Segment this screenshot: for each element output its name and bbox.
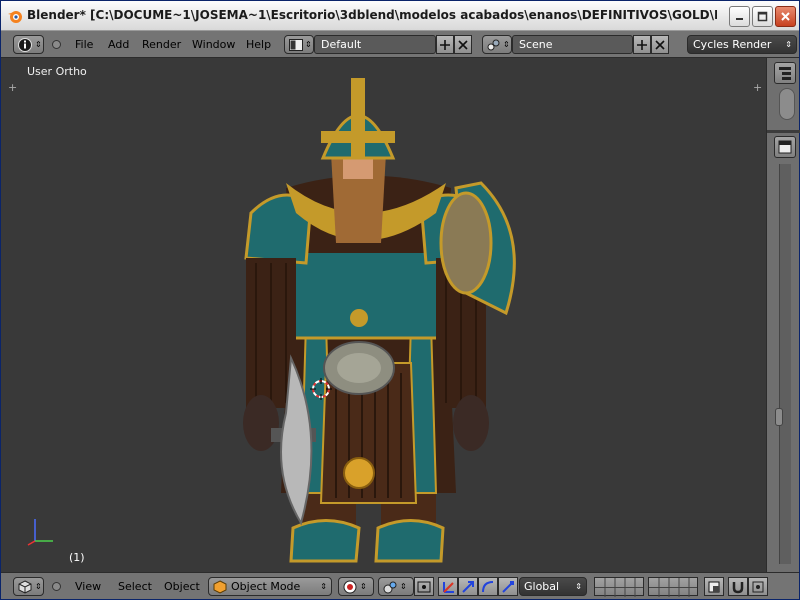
viewport-shading-dropdown[interactable]: ⇕ bbox=[338, 577, 374, 596]
visible-only-toggle[interactable] bbox=[414, 577, 434, 596]
3d-view-header: ⇕ View Select Object Object Mode ⇕ ⇕ ⇕ G… bbox=[1, 572, 799, 599]
blender-window: Blender* [C:\DOCUME~1\JOSEMA~1\Escritori… bbox=[0, 0, 800, 600]
x-icon bbox=[655, 39, 665, 50]
menu-add[interactable]: Add bbox=[108, 38, 129, 51]
3d-viewport[interactable]: User Ortho + + (1) bbox=[1, 58, 766, 572]
properties-icon bbox=[778, 140, 792, 154]
orientation-label: Global bbox=[524, 580, 560, 593]
mode-dropdown[interactable]: Object Mode ⇕ bbox=[208, 577, 332, 596]
right-panel-strip bbox=[766, 58, 800, 572]
add-scene-button[interactable] bbox=[633, 35, 651, 54]
manipulator-toggle[interactable] bbox=[438, 577, 458, 596]
screen-layout-field[interactable]: Default bbox=[314, 35, 436, 54]
add-screen-button[interactable] bbox=[436, 35, 454, 54]
x-icon bbox=[458, 39, 468, 50]
screen-layout-browse[interactable]: ⇕ bbox=[284, 35, 314, 54]
editor-type-button[interactable]: ⇕ bbox=[13, 577, 44, 596]
axis-gizmo-icon bbox=[27, 519, 53, 546]
maximize-button[interactable] bbox=[752, 6, 773, 27]
outliner-editor-button[interactable] bbox=[774, 62, 796, 84]
menu-view[interactable]: View bbox=[75, 580, 101, 593]
outliner-scrollbar[interactable] bbox=[779, 88, 795, 120]
collapse-menu-icon[interactable] bbox=[52, 582, 61, 591]
magnet-icon bbox=[732, 581, 744, 593]
info-header: ⇕ File Add Render Window Help ⇕ Default … bbox=[1, 31, 799, 58]
scene-browse[interactable]: ⇕ bbox=[482, 35, 512, 54]
snap-element-dropdown[interactable] bbox=[748, 577, 768, 596]
rotate-arc-icon bbox=[482, 580, 494, 592]
pivot-icon bbox=[383, 581, 397, 593]
menu-file[interactable]: File bbox=[75, 38, 93, 51]
shading-sphere-icon bbox=[343, 580, 357, 593]
scene-icon bbox=[487, 39, 500, 50]
properties-scroll-handle[interactable] bbox=[775, 408, 783, 426]
remove-scene-button[interactable] bbox=[651, 35, 669, 54]
window-title: Blender* [C:\DOCUME~1\JOSEMA~1\Escritori… bbox=[27, 8, 717, 22]
updown-arrows-icon: ⇕ bbox=[785, 40, 792, 49]
snap-toggle[interactable] bbox=[728, 577, 748, 596]
minimize-button[interactable] bbox=[729, 6, 750, 27]
minimize-icon bbox=[736, 18, 743, 20]
frame-indicator: (1) bbox=[69, 551, 85, 564]
snap-element-icon bbox=[752, 581, 764, 592]
scene-layers-left[interactable] bbox=[594, 577, 644, 597]
object-mode-cube-icon bbox=[213, 579, 227, 594]
manipulator-icon bbox=[443, 581, 454, 593]
layers-lock-icon bbox=[708, 581, 720, 592]
layer-grid-icon bbox=[649, 578, 697, 597]
arrow-icon bbox=[462, 580, 474, 593]
render-engine-dropdown[interactable]: Cycles Render ⇕ bbox=[687, 35, 797, 54]
properties-editor-button[interactable] bbox=[774, 136, 796, 158]
close-button[interactable] bbox=[775, 6, 796, 27]
layout-grid-icon bbox=[289, 38, 303, 51]
view-label: User Ortho bbox=[27, 65, 87, 78]
scale-toggle[interactable] bbox=[498, 577, 518, 596]
plus-icon bbox=[440, 39, 450, 50]
box-select-icon bbox=[417, 581, 431, 592]
lock-layers-toggle[interactable] bbox=[704, 577, 724, 596]
info-icon bbox=[18, 37, 32, 52]
menu-help[interactable]: Help bbox=[246, 38, 271, 51]
maximize-icon bbox=[757, 11, 768, 22]
pivot-point-dropdown[interactable]: ⇕ bbox=[378, 577, 414, 596]
translate-toggle[interactable] bbox=[458, 577, 478, 596]
scene-layers-right[interactable] bbox=[648, 577, 698, 597]
close-icon bbox=[781, 12, 790, 21]
scene-field[interactable]: Scene bbox=[512, 35, 633, 54]
properties-expand-icon[interactable]: + bbox=[753, 82, 762, 93]
toolbar-expand-icon[interactable]: + bbox=[8, 82, 17, 93]
panel-divider bbox=[767, 130, 800, 133]
blender-logo-icon bbox=[8, 11, 22, 23]
transform-orientation-dropdown[interactable]: Global ⇕ bbox=[519, 577, 587, 596]
remove-screen-button[interactable] bbox=[454, 35, 472, 54]
properties-scroll-area[interactable] bbox=[779, 164, 791, 564]
mode-label: Object Mode bbox=[231, 580, 301, 593]
scale-icon bbox=[502, 580, 514, 593]
menu-select[interactable]: Select bbox=[118, 580, 152, 593]
menu-render[interactable]: Render bbox=[142, 38, 181, 51]
3d-view-cube-icon bbox=[18, 579, 32, 594]
3d-cursor-icon bbox=[310, 378, 332, 400]
render-engine-label: Cycles Render bbox=[693, 38, 772, 51]
title-bar: Blender* [C:\DOCUME~1\JOSEMA~1\Escritori… bbox=[1, 1, 799, 31]
menu-object[interactable]: Object bbox=[164, 580, 200, 593]
outliner-icon bbox=[779, 67, 791, 80]
updown-arrows-icon: ⇕ bbox=[35, 40, 42, 49]
layer-grid-icon bbox=[595, 578, 643, 597]
plus-icon bbox=[637, 39, 647, 50]
editor-type-button[interactable]: ⇕ bbox=[13, 35, 44, 54]
menu-window[interactable]: Window bbox=[192, 38, 235, 51]
rotate-toggle[interactable] bbox=[478, 577, 498, 596]
collapse-menu-icon[interactable] bbox=[52, 40, 61, 49]
dwarf-warrior-model[interactable] bbox=[231, 73, 531, 568]
